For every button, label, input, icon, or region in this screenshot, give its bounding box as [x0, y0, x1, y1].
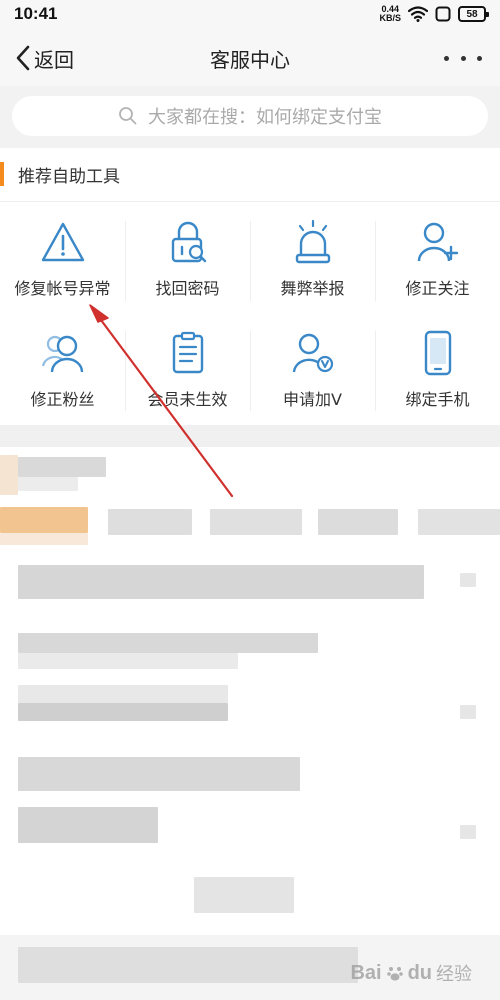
tool-label: 修正关注 — [405, 279, 470, 298]
user-verified-icon — [289, 330, 337, 376]
tool-label: 会员未生效 — [147, 390, 228, 409]
section-title: 推荐自助工具 — [18, 167, 120, 187]
tool-label: 绑定手机 — [405, 390, 470, 409]
pixelated-block — [418, 509, 500, 535]
status-bar: 10:41 0.44 KB/S 58 — [0, 0, 500, 30]
baidu-jingyan-watermark: Bai du 经验 — [350, 960, 472, 986]
pixelated-block — [460, 705, 476, 719]
wifi-icon — [408, 6, 428, 22]
pixelated-block — [18, 633, 318, 653]
pixelated-block — [210, 509, 302, 535]
search-input[interactable]: 大家都在搜：如何绑定支付宝 — [12, 96, 488, 136]
pixelated-block — [18, 685, 228, 703]
network-speed-unit: KB/S — [379, 13, 401, 23]
search-area: 大家都在搜：如何绑定支付宝 — [0, 86, 500, 148]
pixelated-block — [108, 509, 192, 535]
mobile-phone-icon — [414, 330, 462, 376]
alarm-siren-icon — [289, 219, 337, 265]
page-title: 客服中心 — [210, 48, 290, 72]
pixelated-block — [460, 825, 476, 839]
search-icon — [119, 107, 137, 125]
screen-square-icon — [435, 6, 451, 22]
warning-triangle-icon — [39, 219, 87, 265]
tool-label: 修复帐号异常 — [14, 279, 111, 298]
watermark-brand: Bai — [350, 961, 382, 984]
more-dot-icon — [477, 55, 482, 61]
pixelated-block — [18, 565, 424, 599]
tool-label: 舞弊举报 — [280, 279, 345, 298]
tool-apply-verification[interactable]: 申请加V — [250, 314, 375, 425]
pixelated-block — [0, 533, 88, 545]
tool-label: 找回密码 — [155, 279, 220, 298]
pixelated-block — [318, 509, 398, 535]
pixelated-block — [18, 457, 106, 477]
search-placeholder: 大家都在搜：如何绑定支付宝 — [148, 107, 382, 128]
pixelated-block — [18, 807, 158, 843]
pixelated-block — [18, 947, 358, 983]
navigation-bar: 返回 客服中心 — [0, 30, 500, 86]
lock-search-icon — [164, 219, 212, 265]
section-separator — [0, 425, 500, 447]
watermark-brand-suffix: du — [407, 961, 432, 984]
self-service-tools-grid: 修复帐号异常 找回密码 舞弊举报 修正关注 修正粉丝 会员未生效 申请加V 绑定… — [0, 203, 500, 425]
tool-label: 申请加V — [283, 390, 342, 409]
tool-label: 修正粉丝 — [30, 390, 95, 409]
pixelated-block — [18, 477, 78, 491]
pixelated-block — [18, 653, 238, 669]
battery-indicator: 58 — [458, 6, 489, 22]
status-time: 10:41 — [14, 4, 58, 23]
app-screen: 10:41 0.44 KB/S 58 返回 客服中心 大家都在搜：如何绑定支付宝… — [0, 0, 500, 1000]
pixelated-block — [0, 455, 18, 495]
more-dot-icon — [460, 55, 466, 61]
pixelated-block — [18, 757, 300, 791]
more-dot-icon — [444, 55, 449, 61]
tool-fraud-report[interactable]: 舞弊举报 — [250, 203, 375, 314]
section-header: 推荐自助工具 — [0, 148, 500, 202]
status-icons: 0.44 KB/S 58 — [379, 5, 489, 23]
network-speed: 0.44 KB/S — [379, 5, 401, 23]
tool-fix-account[interactable]: 修复帐号异常 — [0, 203, 125, 314]
clipboard-list-icon — [164, 330, 212, 376]
tool-fix-following[interactable]: 修正关注 — [375, 203, 500, 314]
tool-fix-fans[interactable]: 修正粉丝 — [0, 314, 125, 425]
pixelated-block — [460, 573, 476, 587]
tool-bind-phone[interactable]: 绑定手机 — [375, 314, 500, 425]
paw-icon — [386, 967, 403, 981]
pixelated-block — [18, 703, 228, 721]
users-group-icon — [39, 330, 87, 376]
obscured-content — [0, 447, 500, 1000]
section-accent-bar — [0, 162, 4, 186]
user-plus-icon — [414, 219, 462, 265]
more-options-button[interactable] — [444, 46, 482, 70]
watermark-sub: 经验 — [436, 964, 472, 985]
tool-membership-inactive[interactable]: 会员未生效 — [125, 314, 250, 425]
tool-recover-password[interactable]: 找回密码 — [125, 203, 250, 314]
pixelated-block — [194, 877, 294, 913]
pixelated-block — [0, 507, 88, 533]
